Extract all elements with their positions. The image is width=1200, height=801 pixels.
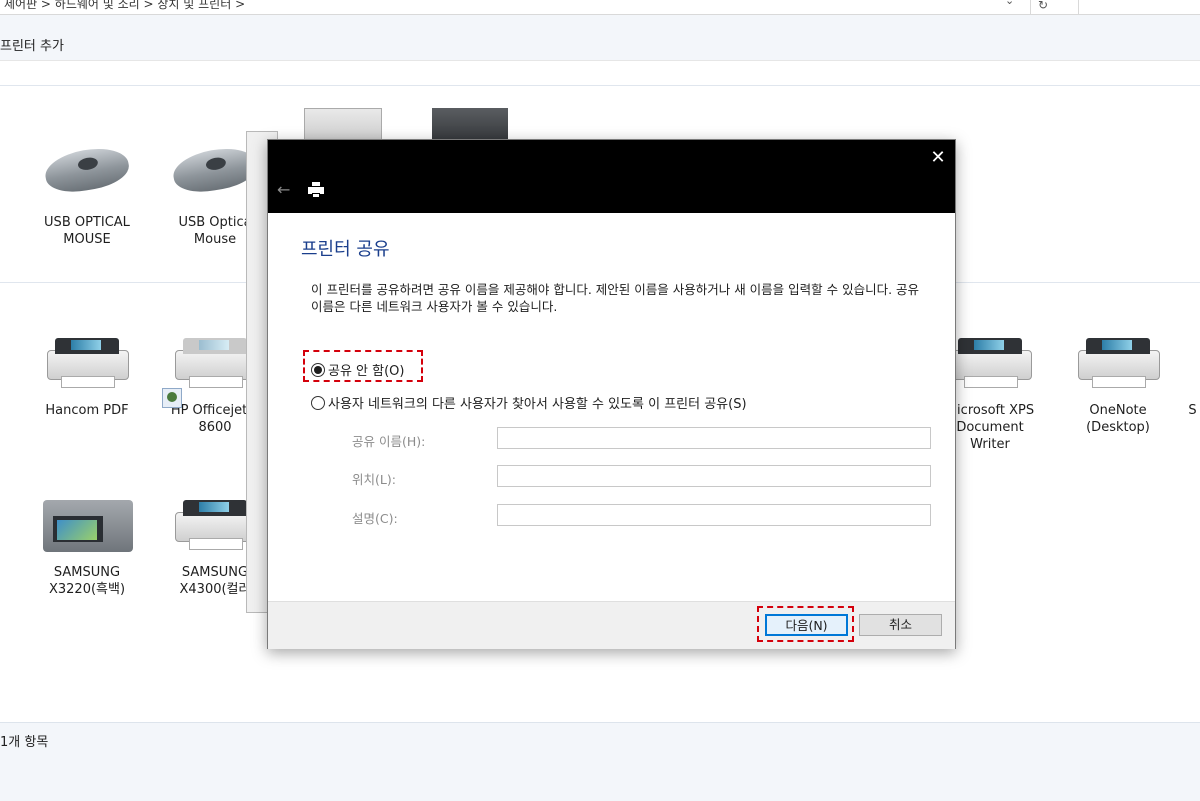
device-hancom-pdf[interactable]: Hancom PDF — [32, 328, 142, 419]
dialog-heading: 프린터 공유 — [301, 239, 390, 260]
device-partial[interactable]: S — [1185, 328, 1200, 419]
cancel-button[interactable]: 취소 — [859, 614, 942, 636]
status-bar: 1개 항목 — [0, 722, 1200, 801]
device-label: S — [1188, 403, 1197, 418]
back-arrow-icon[interactable]: ← — [277, 180, 290, 199]
printer-sharing-dialog: ✕ ← 프린터 공유 이 프린터를 공유하려면 공유 이름을 제공해야 합니다.… — [267, 139, 956, 649]
divider — [0, 85, 1200, 86]
chevron-down-icon[interactable]: ⌄ — [1005, 0, 1014, 7]
dialog-description: 이 프린터를 공유하려면 공유 이름을 제공해야 합니다. 제안된 이름을 사용… — [311, 282, 920, 314]
search-input[interactable] — [1078, 0, 1200, 14]
device-label: USB OPTICAL MOUSE — [44, 215, 130, 247]
location-label: 위치(L): — [352, 472, 396, 487]
device-label: OneNote (Desktop) — [1086, 403, 1150, 435]
comment-label: 설명(C): — [352, 511, 398, 526]
add-printer-button[interactable]: 프린터 추가 — [0, 35, 64, 54]
share-name-label: 공유 이름(H): — [352, 434, 426, 449]
printer-icon — [308, 182, 324, 198]
printer-icon — [37, 328, 137, 398]
device-label: Hancom PDF — [45, 403, 129, 418]
address-bar[interactable]: 제어판 > 하드웨어 및 소리 > 장치 및 프린터 > ⌄ ↻ — [0, 0, 1200, 15]
printer-icon — [37, 490, 137, 560]
radio-share[interactable]: 사용자 네트워크의 다른 사용자가 찾아서 사용할 수 있도록 이 프린터 공유… — [311, 393, 747, 412]
device-label: SAMSUNG X3220(흑백) — [48, 565, 126, 597]
highlight-box — [757, 606, 854, 642]
close-icon[interactable]: ✕ — [926, 146, 950, 170]
location-field[interactable] — [497, 465, 931, 487]
radio-button[interactable] — [311, 396, 325, 410]
command-bar: 프린터 추가 — [0, 15, 1200, 61]
printer-icon — [1068, 328, 1168, 398]
comment-field[interactable] — [497, 504, 931, 526]
refresh-icon[interactable]: ↻ — [1030, 0, 1055, 14]
breadcrumb[interactable]: 제어판 > 하드웨어 및 소리 > 장치 및 프린터 > — [4, 0, 245, 12]
device-samsung-x3220[interactable]: SAMSUNG X3220(흑백) — [32, 490, 142, 598]
dialog-titlebar: ✕ ← — [268, 140, 955, 213]
highlight-box — [303, 350, 423, 382]
printer-icon — [1185, 328, 1200, 398]
item-count: 1개 항목 — [0, 735, 49, 750]
shared-user-icon — [162, 388, 182, 408]
device-usb-optical-mouse[interactable]: USB OPTICAL MOUSE — [32, 140, 142, 248]
radio-label: 사용자 네트워크의 다른 사용자가 찾아서 사용할 수 있도록 이 프린터 공유… — [328, 397, 747, 412]
share-name-field[interactable] — [497, 427, 931, 449]
device-onenote[interactable]: OneNote (Desktop) — [1063, 328, 1173, 436]
mouse-icon — [37, 140, 137, 210]
